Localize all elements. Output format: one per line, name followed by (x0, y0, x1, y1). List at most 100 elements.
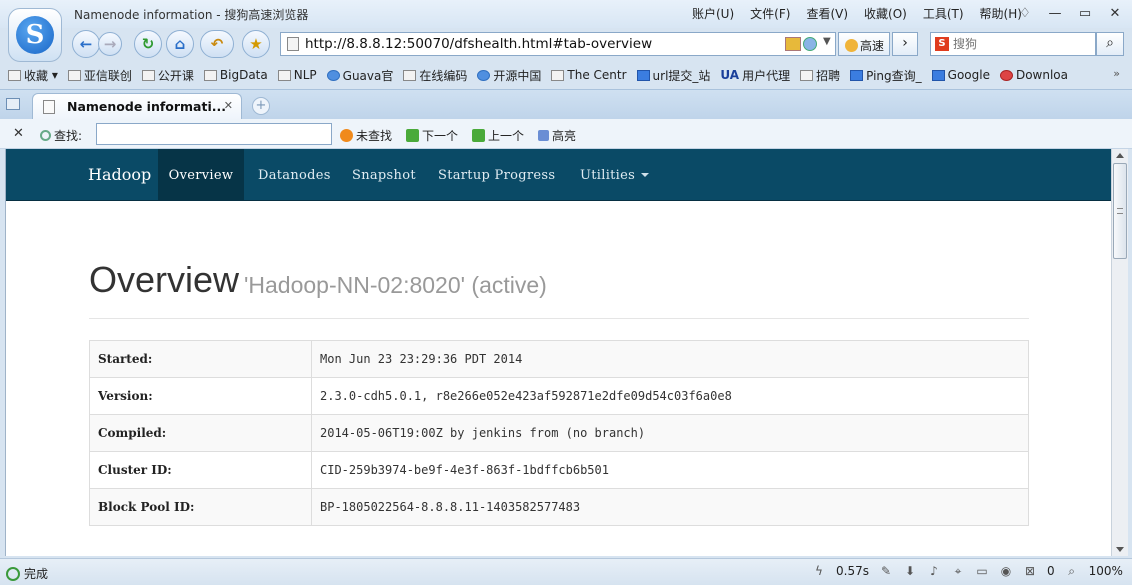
bookmark-item[interactable]: Downloa (999, 68, 1068, 82)
find-prev-button[interactable]: 上一个 (472, 127, 524, 144)
paw-icon (636, 69, 650, 81)
bookmarks-overflow-icon[interactable]: » (1113, 67, 1120, 80)
row-key: Started: (89, 340, 312, 378)
nav-utilities[interactable]: Utilities (580, 149, 650, 200)
scroll-thumb[interactable] (1113, 163, 1127, 259)
find-next-button[interactable]: 下一个 (406, 127, 458, 144)
window-icon[interactable]: ▭ (975, 564, 989, 578)
forward-button[interactable]: → (98, 32, 122, 56)
scroll-down-icon[interactable] (1116, 547, 1124, 552)
bookmark-item[interactable]: NLP (277, 68, 317, 82)
nav-startup-progress[interactable]: Startup Progress (438, 149, 555, 200)
menu-tools[interactable]: 工具(T) (923, 5, 964, 22)
search-engine-icon[interactable]: S (935, 37, 949, 51)
home-button[interactable]: ⌂ (166, 30, 194, 58)
menu-file[interactable]: 文件(F) (750, 5, 790, 22)
maximize-button[interactable]: ▭ (1070, 3, 1100, 23)
vertical-scrollbar[interactable] (1111, 149, 1128, 556)
page-subtitle: 'Hadoop-NN-02:8020' (active) (244, 272, 547, 298)
adblock-icon[interactable]: ⊠ (1023, 564, 1037, 578)
find-input[interactable] (96, 123, 332, 145)
folder-icon (203, 69, 217, 81)
bookmark-item[interactable]: Ping查询_ (850, 67, 922, 84)
screenshot-icon[interactable]: ⌖ (951, 564, 965, 578)
lightning-icon: ϟ (815, 564, 823, 578)
find-bar: ✕ 查找: 未查找 下一个 上一个 高亮 (0, 119, 1132, 149)
title-bar: Namenode information - 搜狗高速浏览器 账户(U) 文件(… (0, 0, 1132, 28)
folder-icon (800, 69, 814, 81)
bookmark-item[interactable]: 开源中国 (477, 67, 541, 84)
tab-namenode[interactable]: Namenode informati... ✕ (32, 93, 242, 120)
speed-mode-label: 高速 (860, 39, 885, 53)
new-tab-button[interactable]: + (252, 97, 270, 115)
undo-close-button[interactable]: ↶ (200, 30, 234, 58)
row-value: CID-259b3974-be9f-4e3f-863f-1bdffcb6b501 (311, 451, 1029, 489)
minimize-button[interactable]: — (1040, 3, 1070, 23)
sidebar-toggle-icon[interactable] (6, 98, 20, 110)
bookmark-item[interactable]: 亚信联创 (67, 67, 132, 84)
security-shield-icon[interactable] (803, 37, 817, 51)
page-icon (43, 100, 55, 114)
menu-account[interactable]: 账户(U) (692, 5, 734, 22)
bookmark-item[interactable]: UA 用户代理 (720, 67, 790, 84)
menu-favorites[interactable]: 收藏(O) (864, 5, 907, 22)
sound-icon[interactable]: ♪ (927, 564, 941, 578)
nav-overview[interactable]: Overview (158, 149, 244, 200)
refresh-button[interactable]: ↻ (134, 30, 162, 58)
close-tab-icon[interactable]: ✕ (224, 99, 233, 112)
address-dropdown-icon[interactable]: ▼ (823, 36, 831, 47)
bookmark-item[interactable]: 招聘 (800, 67, 840, 84)
pen-icon[interactable]: ✎ (879, 564, 893, 578)
hadoop-brand[interactable]: Hadoop (88, 165, 151, 184)
oschina-icon (477, 69, 491, 81)
status-bar: 完成 ϟ 0.57s ✎ ⬇ ♪ ⌖ ▭ ◉ ⊠ 0 ⌕ 100% (0, 558, 1132, 585)
folder-icon (141, 69, 155, 81)
nav-datanodes[interactable]: Datanodes (258, 149, 331, 200)
bookmark-item[interactable]: The Centr (551, 68, 627, 82)
zoom-level[interactable]: 100% (1089, 564, 1123, 578)
done-check-icon (6, 566, 20, 581)
status-right: ϟ 0.57s ✎ ⬇ ♪ ⌖ ▭ ◉ ⊠ 0 ⌕ 100% (812, 564, 1123, 578)
speed-mode-button[interactable]: 高速 (838, 32, 890, 56)
nav-utilities-label: Utilities (580, 168, 636, 183)
url-text[interactable]: http://8.8.8.12:50070/dfshealth.html#tab… (305, 36, 652, 52)
eye-icon[interactable]: ◉ (999, 564, 1013, 578)
bookmark-item[interactable]: Guava官 (326, 67, 393, 84)
skin-icon[interactable]: ♢ (1010, 3, 1040, 23)
compat-mode-icon[interactable] (785, 37, 801, 51)
status-left: 完成 (6, 565, 48, 582)
search-input[interactable] (953, 35, 1091, 53)
download-icon[interactable]: ⬇ (903, 564, 917, 578)
row-value: Mon Jun 23 23:29:36 PDT 2014 (311, 340, 1029, 378)
status-text: 完成 (24, 567, 49, 581)
search-box[interactable]: S (930, 32, 1096, 56)
table-row: Block Pool ID: BP-1805022564-8.8.8.11-14… (89, 488, 1029, 526)
highlighter-icon (538, 130, 549, 141)
tab-bar: Namenode informati... ✕ + (0, 89, 1132, 120)
favorite-star-button[interactable]: ★ (242, 30, 270, 58)
address-bar[interactable]: http://8.8.8.12:50070/dfshealth.html#tab… (280, 32, 836, 56)
search-button[interactable]: ⌕ (1096, 32, 1124, 56)
back-button[interactable]: ← (72, 30, 100, 58)
bookmark-item[interactable]: Google (931, 68, 990, 82)
close-find-icon[interactable]: ✕ (13, 126, 24, 141)
bookmark-item[interactable]: BigData (203, 68, 268, 82)
bookmark-item[interactable]: url提交_站 (636, 67, 710, 84)
row-value: BP-1805022564-8.8.8.11-1403582577483 (311, 488, 1029, 526)
row-key: Compiled: (89, 414, 312, 452)
nav-snapshot[interactable]: Snapshot (352, 149, 416, 200)
page-viewport: Hadoop Overview Datanodes Snapshot Start… (5, 149, 1111, 556)
highlight-button[interactable]: 高亮 (538, 127, 576, 144)
go-button[interactable]: › (892, 32, 918, 56)
scroll-up-icon[interactable] (1116, 153, 1124, 158)
bookmark-favorites-menu[interactable]: 收藏 ▾ (8, 67, 58, 84)
bookmark-item[interactable]: 在线编码 (403, 67, 467, 84)
close-window-button[interactable]: ✕ (1100, 3, 1130, 23)
folder-icon (277, 69, 291, 81)
menu-view[interactable]: 查看(V) (806, 5, 848, 22)
find-status-button[interactable]: 未查找 (340, 127, 392, 144)
bookmark-item[interactable]: 公开课 (141, 67, 194, 84)
zoom-icon[interactable]: ⌕ (1065, 564, 1079, 578)
page-icon (287, 37, 299, 51)
page-header: Overview 'Hadoop-NN-02:8020' (active) (89, 259, 1029, 319)
